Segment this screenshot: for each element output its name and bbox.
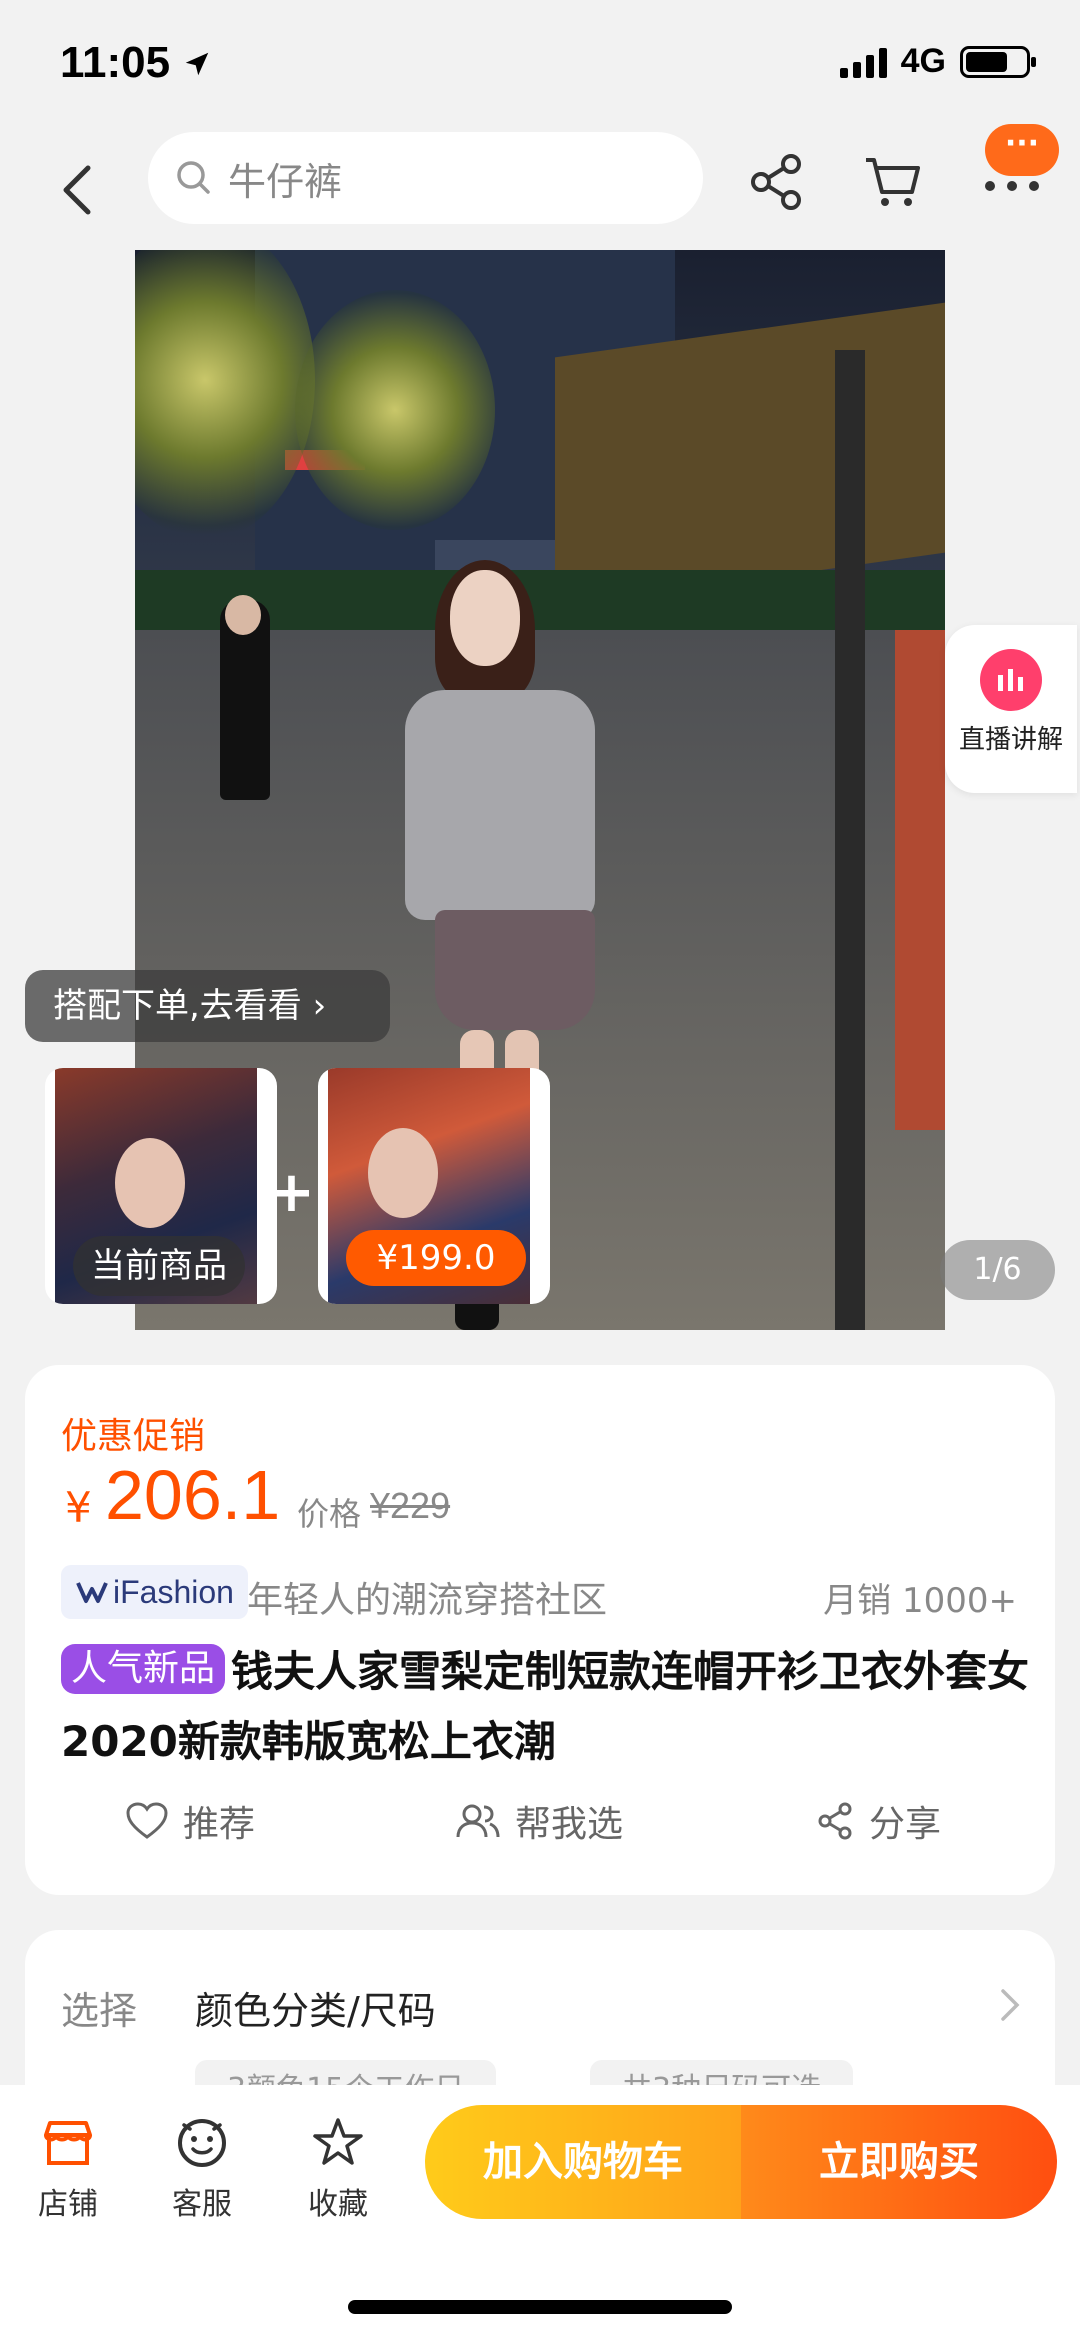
promo-label: 优惠促销 [61, 1416, 206, 1457]
price-currency: ¥ [65, 1483, 92, 1532]
search-input[interactable]: 牛仔裤 [148, 132, 703, 224]
original-price-label: 价格 [297, 1495, 362, 1533]
hot-new-badge: 人气新品 [61, 1644, 226, 1694]
monthly-sales: 月销 1000+ [823, 1581, 1017, 1621]
star-icon [313, 2118, 363, 2165]
combo-order-tip[interactable]: 搭配下单,去看看 › [25, 970, 390, 1042]
customer-service-button[interactable]: 客服 [152, 2115, 252, 2223]
select-label: 选择 [61, 1989, 138, 2033]
original-price: ¥229 [370, 1485, 451, 1526]
combo-item-thumb[interactable]: ¥199.0 [318, 1068, 550, 1304]
add-to-cart-button[interactable]: 加入购物车 [425, 2105, 741, 2219]
nav-bar: 牛仔裤 ··· [0, 124, 1080, 250]
current-item-label: 当前商品 [73, 1236, 245, 1296]
heart-icon [126, 1802, 168, 1839]
ifashion-description: 年轻人的潮流穿搭社区 [247, 1580, 608, 1621]
price-value: 206.1 [105, 1456, 281, 1534]
share-small-icon [818, 1802, 852, 1840]
product-title: 人气新品 钱夫人家雪梨定制短款连帽开衫卫衣外套女2020新款韩版宽松上衣潮 [61, 1637, 1031, 1777]
recommend-button[interactable]: 推荐 [125, 1795, 255, 1847]
message-badge[interactable]: ··· [985, 124, 1059, 176]
current-item-thumb[interactable]: 当前商品 [45, 1068, 277, 1304]
select-value: 颜色分类/尺码 [195, 1989, 436, 2033]
home-indicator[interactable] [348, 2300, 732, 2314]
status-time: 11:05 [60, 38, 212, 88]
live-explain-button[interactable]: 直播讲解 [945, 625, 1077, 793]
battery-icon [960, 45, 1036, 78]
combo-item-price: ¥199.0 [346, 1230, 526, 1286]
people-icon [456, 1804, 500, 1838]
status-bar: 11:05 4G [0, 0, 1080, 130]
ifashion-logo-icon [76, 1582, 108, 1603]
search-placeholder: 牛仔裤 [228, 159, 343, 204]
live-icon [980, 649, 1042, 711]
chevron-right-icon [1001, 1989, 1020, 2021]
product-actions: 推荐 帮我选 分享 [25, 1795, 1055, 1865]
product-info-card: 优惠促销 ¥ 206.1 价格 ¥229 iFashion 年轻人的潮流穿搭社区… [25, 1365, 1055, 1895]
search-icon [177, 161, 210, 194]
network-type: 4G [900, 42, 946, 80]
service-icon [178, 2119, 226, 2167]
ifashion-badge[interactable]: iFashion [61, 1565, 248, 1619]
page-indicator: 1/6 [940, 1240, 1055, 1300]
share-icon[interactable] [745, 150, 809, 214]
favorite-button[interactable]: 收藏 [288, 2115, 388, 2223]
status-indicators: 4G [839, 42, 1036, 81]
cart-icon[interactable] [860, 150, 924, 214]
location-arrow-icon [186, 52, 209, 76]
back-icon[interactable] [50, 160, 110, 220]
shop-icon [44, 2121, 92, 2165]
ifashion-text: iFashion [113, 1573, 234, 1610]
live-explain-label: 直播讲解 [958, 725, 1063, 755]
help-choose-button[interactable]: 帮我选 [455, 1795, 623, 1847]
buy-now-button[interactable]: 立即购买 [741, 2105, 1057, 2219]
plus-icon: + [268, 1160, 315, 1225]
signal-icon [839, 46, 887, 78]
shop-button[interactable]: 店铺 [18, 2115, 118, 2223]
share-product-button[interactable]: 分享 [815, 1795, 941, 1847]
